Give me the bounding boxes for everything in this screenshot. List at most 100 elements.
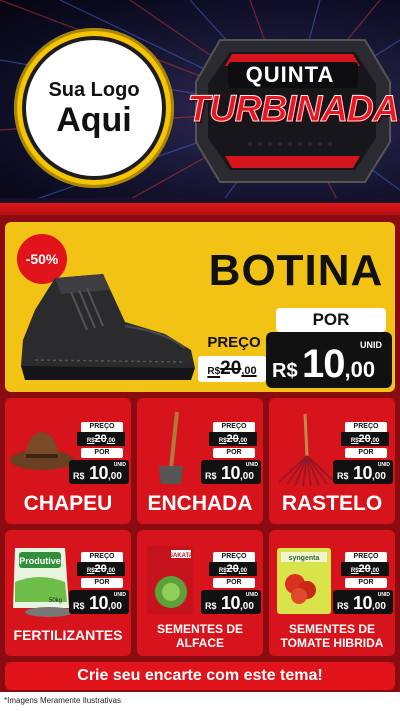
product-card-sementes-tomate[interactable]: syngenta PREÇO R$20,00 POR UNID R$ 10,00 … — [269, 530, 395, 656]
new-price: UNID R$ 10,00 — [69, 590, 129, 614]
old-price-label: PREÇO — [213, 422, 255, 432]
old-price-label: PREÇO — [213, 552, 255, 562]
new-int: 10 — [88, 463, 109, 483]
new-price-label: POR — [345, 578, 387, 588]
old-price-label: PREÇO — [81, 552, 123, 562]
product-name: FERTILIZANTES — [13, 627, 123, 643]
new-price-label: POR — [213, 448, 255, 458]
hat-image — [10, 432, 74, 470]
old-price-label: PREÇO — [345, 422, 387, 432]
product-name: SEMENTES DE ALFACE — [137, 622, 263, 650]
disclaimer-text: *Imagens Meramente Ilustrativas — [4, 696, 121, 705]
featured-new-price: UNID R$ 10,00 — [266, 332, 392, 388]
old-cents: ,00 — [370, 438, 380, 444]
new-cents: ,00 — [108, 601, 122, 612]
logo-line2: Aqui — [56, 101, 132, 139]
product-card-fertilizantes[interactable]: Produtive 50kg PREÇO R$20,00 POR UNID R$ … — [5, 530, 131, 656]
seed-brand-text: SAKATA — [169, 553, 194, 559]
product-name-line1: SEMENTES DE — [288, 622, 375, 636]
cta-button[interactable]: Crie seu encarte com este tema! — [5, 662, 395, 690]
product-name: RASTELO — [281, 492, 383, 515]
featured-new-price-label: POR — [276, 308, 386, 332]
new-price: UNID R$ 10,00 — [201, 590, 261, 614]
old-price-label: PREÇO — [81, 422, 123, 432]
header-divider-red — [0, 203, 400, 215]
old-currency: R$ — [218, 568, 227, 574]
rake-image — [278, 413, 336, 486]
new-currency: R$ — [205, 601, 217, 611]
seed-brand-text: syngenta — [289, 555, 320, 562]
product-name: CHAPEU — [23, 492, 113, 515]
product-name-line2: TOMATE HIBRIDA — [280, 636, 384, 650]
new-cents: ,00 — [372, 601, 386, 612]
footer-bar: *Imagens Meramente Ilustrativas — [0, 692, 400, 711]
old-price: R$20,00 — [209, 432, 257, 446]
new-int: 10 — [352, 463, 373, 483]
old-int: 20 — [226, 563, 239, 575]
new-cents: ,00 — [240, 601, 254, 612]
old-cents: ,00 — [106, 438, 116, 444]
new-int: 10 — [220, 593, 241, 613]
new-currency: R$ — [337, 601, 349, 611]
old-currency: R$ — [350, 438, 359, 444]
product-name-line2: ALFACE — [176, 636, 224, 650]
new-currency: R$ — [337, 471, 349, 481]
new-currency: R$ — [272, 360, 298, 382]
old-cents: ,00 — [106, 568, 116, 574]
new-price-label: POR — [345, 448, 387, 458]
new-price: UNID R$ 10,00 — [201, 460, 261, 484]
logo-line1: Sua Logo — [48, 79, 140, 101]
fertilizer-weight-text: 50kg — [49, 598, 62, 604]
new-cents: ,00 — [240, 471, 254, 482]
product-card-sementes-alface[interactable]: SAKATA PREÇO R$20,00 POR UNID R$ 10,00 SE… — [137, 530, 263, 656]
old-price: R$20,00 — [341, 432, 389, 446]
product-card-enchada[interactable]: PREÇO R$20,00 POR UNID R$ 10,00 ENCHADA — [137, 398, 263, 524]
badge-title-line1: QUINTA — [245, 62, 335, 87]
tomato-seed-pack-image: syngenta — [277, 548, 331, 614]
new-cents: ,00 — [108, 471, 122, 482]
old-int: 20 — [226, 433, 239, 445]
new-currency: R$ — [73, 471, 85, 481]
old-currency: R$ — [86, 568, 95, 574]
old-cents: ,00 — [238, 568, 248, 574]
product-name: SEMENTES DE TOMATE HIBRIDA — [269, 622, 395, 650]
old-currency: R$ — [218, 438, 227, 444]
new-cents: ,00 — [372, 471, 386, 482]
boot-image — [21, 274, 195, 380]
old-cents: ,00 — [238, 438, 248, 444]
old-int: 20 — [94, 433, 107, 445]
product-name-line1: SEMENTES DE — [156, 622, 243, 636]
logo-placeholder: Sua Logo Aqui — [26, 40, 162, 176]
new-int: 10 — [220, 463, 241, 483]
old-currency: R$ — [86, 438, 95, 444]
featured-old-price-label: PREÇO — [207, 334, 261, 351]
new-price-label: POR — [81, 448, 123, 458]
featured-product-name: BOTINA — [208, 246, 384, 295]
old-price: R$20,00 — [77, 432, 125, 446]
old-price: R$20,00 — [209, 562, 257, 576]
old-int: 20 — [220, 358, 242, 379]
new-price: UNID R$ 10,00 — [333, 460, 393, 484]
badge-title-line2: TURBINADA — [187, 88, 400, 130]
new-currency: R$ — [205, 471, 217, 481]
product-card-chapeu[interactable]: PREÇO R$20,00 POR UNID R$ 10,00 CHAPEU — [5, 398, 131, 524]
new-cents: ,00 — [344, 357, 376, 382]
new-int: 10 — [302, 342, 345, 386]
old-price: R$20,00 — [341, 562, 389, 576]
old-currency: R$ — [350, 568, 359, 574]
fertilizer-brand-text: Produtive — [19, 556, 61, 566]
old-cents: ,00 — [241, 365, 257, 377]
product-name: ENCHADA — [147, 492, 253, 515]
new-int: 10 — [352, 593, 373, 613]
old-currency: R$ — [207, 366, 221, 377]
new-price-label: POR — [213, 578, 255, 588]
new-price: UNID R$ 10,00 — [69, 460, 129, 484]
old-int: 20 — [358, 433, 371, 445]
featured-old-price: R$20,00 — [198, 356, 266, 382]
new-int: 10 — [88, 593, 109, 613]
old-cents: ,00 — [370, 568, 380, 574]
lettuce-seed-pack-image: SAKATA — [147, 546, 194, 614]
old-price: R$20,00 — [77, 562, 125, 576]
hoe-image — [159, 411, 183, 484]
product-card-rastelo[interactable]: PREÇO R$20,00 POR UNID R$ 10,00 RASTELO — [269, 398, 395, 524]
